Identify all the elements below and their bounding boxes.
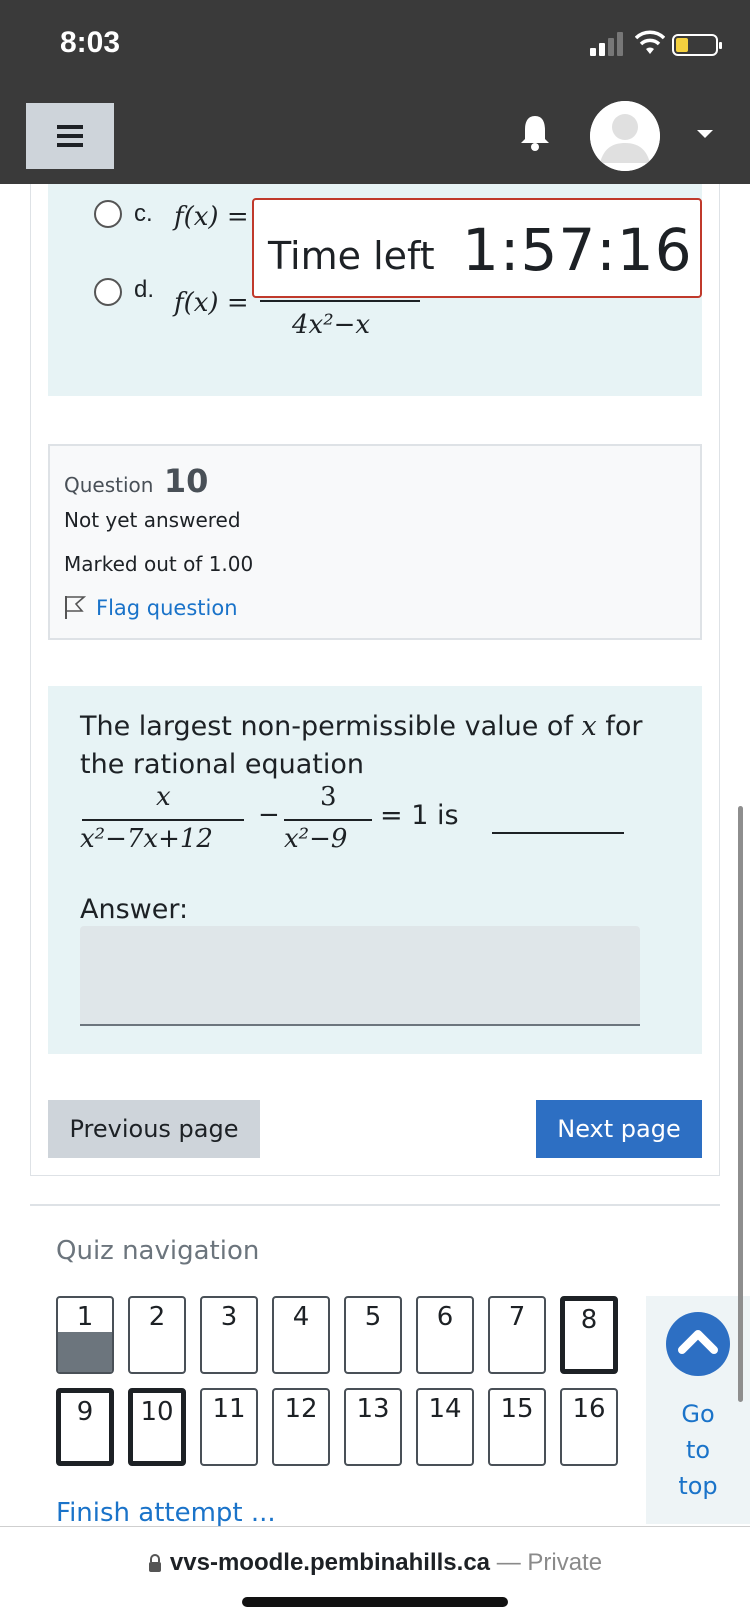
quiz-nav-question-button[interactable]: 6: [416, 1296, 474, 1374]
quiz-nav-question-button[interactable]: 2: [128, 1296, 186, 1374]
question-heading: Question 10: [64, 462, 208, 500]
quiz-nav-question-number: 6: [436, 1302, 454, 1332]
question-body: The largest non-permissible value of x f…: [48, 686, 702, 1054]
battery-icon: [672, 34, 722, 56]
option-d-lhs: f(x) =: [174, 288, 249, 318]
bell-icon[interactable]: [518, 112, 552, 152]
go-to-top-button[interactable]: Go to top: [646, 1296, 750, 1524]
equation-denominator-1: x²−7x+12: [80, 824, 213, 854]
quiz-nav-question-number: 15: [500, 1394, 534, 1424]
quiz-nav-question-number: 10: [140, 1397, 174, 1427]
next-page-button[interactable]: Next page: [536, 1100, 702, 1158]
equation-denominator-2: x²−9: [284, 824, 348, 854]
option-c-radio[interactable]: [94, 200, 122, 228]
app-navbar: [0, 90, 750, 184]
timer-label: Time left: [268, 234, 435, 278]
lock-icon: [148, 1554, 161, 1572]
question-status: Not yet answered: [64, 508, 241, 532]
equation-rhs: = 1 is: [380, 800, 459, 831]
question-text: The largest non-permissible value of x f…: [80, 711, 643, 780]
previous-page-button[interactable]: Previous page: [48, 1100, 260, 1158]
wifi-icon: [635, 30, 665, 54]
option-d-radio[interactable]: [94, 278, 122, 306]
quiz-nav-question-number: 8: [580, 1305, 598, 1335]
quiz-nav-question-button[interactable]: 15: [488, 1388, 546, 1466]
finish-attempt-link[interactable]: Finish attempt ...: [56, 1498, 276, 1528]
quiz-nav-question-number: 5: [364, 1302, 382, 1332]
menu-button[interactable]: [26, 103, 114, 169]
flag-icon: [65, 596, 86, 619]
quiz-nav-question-number: 7: [508, 1302, 526, 1332]
flag-question-label: Flag question: [96, 596, 238, 620]
quiz-nav-question-number: 2: [148, 1302, 166, 1332]
status-time: 8:03: [60, 26, 121, 59]
quiz-nav-question-button[interactable]: 9: [56, 1388, 114, 1466]
url-display: vvs-moodle.pembinahills.ca — Private: [0, 1549, 750, 1577]
quiz-nav-question-button[interactable]: 13: [344, 1388, 402, 1466]
answered-indicator: [58, 1332, 112, 1372]
quiz-nav-question-number: 1: [76, 1302, 94, 1332]
status-bar: 8:03: [0, 0, 750, 90]
question-info: Question 10 Not yet answered Marked out …: [48, 444, 702, 640]
hamburger-icon: [57, 125, 83, 147]
go-to-top-label: Go to top: [678, 1400, 718, 1500]
home-indicator: [242, 1597, 508, 1607]
section-divider: [30, 1204, 720, 1206]
answer-input[interactable]: [80, 926, 640, 1026]
option-d-letter: d.: [134, 276, 155, 303]
time-left-timer: Time left 1:57:16: [252, 198, 702, 298]
question-marks: Marked out of 1.00: [64, 552, 254, 576]
option-d-denominator: 4x²−x: [292, 310, 371, 340]
quiz-nav-question-button[interactable]: 1: [56, 1296, 114, 1374]
quiz-nav-question-button[interactable]: 10: [128, 1388, 186, 1466]
timer-value: 1:57:16: [462, 216, 693, 284]
page-scrollbar[interactable]: [738, 806, 743, 1402]
quiz-nav-question-number: 14: [428, 1394, 462, 1424]
equation-minus: −: [258, 800, 280, 830]
quiz-nav-question-button[interactable]: 7: [488, 1296, 546, 1374]
quiz-nav-question-number: 11: [212, 1394, 246, 1424]
browser-url-bar[interactable]: vvs-moodle.pembinahills.ca — Private: [0, 1526, 750, 1624]
user-avatar-icon[interactable]: [590, 101, 660, 171]
quiz-nav-question-button[interactable]: 4: [272, 1296, 330, 1374]
quiz-navigation-title: Quiz navigation: [56, 1236, 260, 1266]
url-privacy: Private: [527, 1549, 603, 1576]
option-c-lhs: f(x) =: [174, 202, 249, 232]
chevron-down-icon[interactable]: [697, 130, 713, 138]
quiz-nav-question-number: 3: [220, 1302, 238, 1332]
question-number: 10: [163, 462, 209, 500]
signal-icon: [590, 32, 623, 56]
url-host: vvs-moodle.pembinahills.ca: [169, 1549, 491, 1576]
quiz-nav-question-number: 12: [284, 1394, 318, 1424]
option-c-letter: c.: [134, 200, 153, 227]
quiz-nav-question-button[interactable]: 14: [416, 1388, 474, 1466]
quiz-nav-question-button[interactable]: 8: [560, 1296, 618, 1374]
equation-numerator-1: x: [156, 782, 171, 812]
quiz-nav-question-number: 9: [76, 1397, 94, 1427]
equation-fraction-bar-2: [284, 819, 372, 821]
url-separator: —: [490, 1549, 528, 1576]
equation-fraction-bar-1: [82, 819, 244, 821]
question-label: Question: [64, 473, 154, 497]
option-d-fraction-bar: [260, 300, 420, 302]
quiz-nav-question-button[interactable]: 3: [200, 1296, 258, 1374]
question-variable: x: [581, 711, 597, 742]
equation-numerator-2: 3: [320, 782, 337, 812]
answer-label: Answer:: [80, 894, 189, 925]
rational-equation: x x²−7x+12 − 3 x²−9 = 1 is: [80, 782, 680, 862]
quiz-nav-question-number: 16: [572, 1394, 606, 1424]
quiz-nav-question-button[interactable]: 12: [272, 1388, 330, 1466]
chevron-up-icon: [666, 1312, 730, 1376]
answer-blank-line: [492, 832, 624, 834]
quiz-nav-question-button[interactable]: 11: [200, 1388, 258, 1466]
quiz-nav-question-number: 4: [292, 1302, 310, 1332]
quiz-nav-question-button[interactable]: 5: [344, 1296, 402, 1374]
quiz-nav-question-number: 13: [356, 1394, 390, 1424]
quiz-nav-question-button[interactable]: 16: [560, 1388, 618, 1466]
